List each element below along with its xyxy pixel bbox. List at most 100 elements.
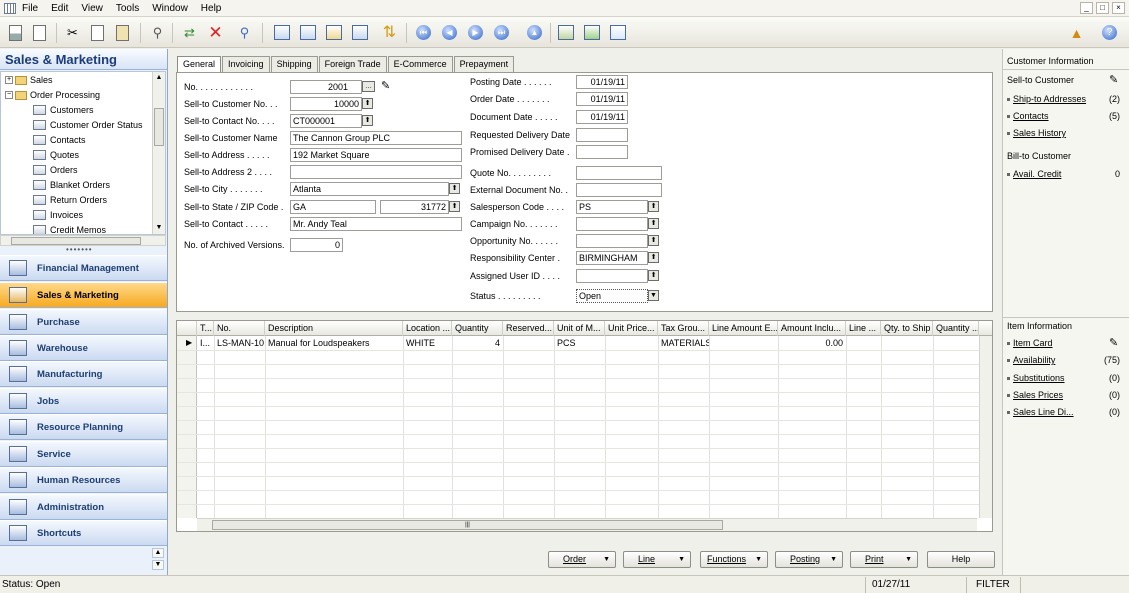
menu-tools[interactable]: Tools — [116, 3, 139, 14]
lookup-icon[interactable]: ⬆ — [449, 183, 460, 194]
tab-e-commerce[interactable]: E-Commerce — [387, 56, 453, 72]
menu-file[interactable]: File — [22, 3, 38, 14]
factbox-sales-history[interactable]: Sales History — [1007, 126, 1124, 140]
column-header-line-amount[interactable]: Line Amount E... — [709, 321, 778, 336]
help-icon[interactable]: ? — [1100, 23, 1119, 42]
lookup-icon[interactable]: ⬆ — [648, 201, 659, 212]
module-purchase[interactable]: Purchase — [0, 309, 167, 335]
cell-location[interactable]: WHITE — [403, 336, 452, 350]
promised-delivery-date-field[interactable] — [576, 145, 628, 159]
scroll-down-arrow-icon[interactable]: ▼ — [153, 222, 165, 234]
sell-to-contact-no-field[interactable]: CT000001 — [290, 114, 362, 128]
factbox-avail-credit[interactable]: Avail. Credit 0 — [1007, 167, 1124, 181]
column-header-type[interactable]: T... — [197, 321, 214, 336]
column-header-reserved[interactable]: Reserved... — [503, 321, 554, 336]
app-icon[interactable] — [4, 2, 16, 14]
column-header-unit-of-measure[interactable]: Unit of M... — [554, 321, 605, 336]
module-manufacturing[interactable]: Manufacturing — [0, 361, 167, 387]
tree-item-sales[interactable]: + Sales — [5, 73, 53, 87]
module-warehouse[interactable]: Warehouse — [0, 335, 167, 361]
salesperson-code-field[interactable]: PS — [576, 200, 648, 214]
lookup-icon[interactable]: ⬆ — [648, 218, 659, 229]
cell-amount-incl[interactable]: 0.00 — [778, 336, 846, 350]
cell-line-amount[interactable] — [709, 336, 778, 350]
tree-item-orders[interactable]: Orders — [33, 163, 78, 177]
module-scroll-up-icon[interactable]: ▲ — [152, 548, 164, 558]
sell-to-address-field[interactable]: 192 Market Square — [290, 148, 462, 162]
previous-record-icon[interactable]: ◀ — [440, 23, 459, 42]
sell-to-zip-field[interactable]: 31772 — [380, 200, 449, 214]
paste-icon[interactable] — [113, 23, 132, 42]
order-date-field[interactable]: 01/19/11 — [576, 92, 628, 106]
restore-button[interactable]: □ — [1096, 2, 1109, 14]
lookup-icon[interactable]: ⬆ — [648, 235, 659, 246]
sell-to-contact-field[interactable]: Mr. Andy Teal — [290, 217, 462, 231]
factbox-sales-prices[interactable]: Sales Prices (0) — [1007, 388, 1124, 402]
requested-delivery-date-field[interactable] — [576, 128, 628, 142]
opportunity-no-field[interactable] — [576, 234, 648, 248]
tree-item-customers[interactable]: Customers — [33, 103, 94, 117]
archived-versions-field[interactable]: 0 — [290, 238, 343, 252]
edit-pencil-icon[interactable]: ✎ — [1109, 337, 1121, 349]
line-menu-button[interactable]: Line ▼ — [623, 551, 691, 568]
help-button[interactable]: Help — [927, 551, 995, 568]
column-header-quantity[interactable]: Quantity — [452, 321, 503, 336]
cut-icon[interactable]: ✂ — [63, 23, 82, 42]
first-record-icon[interactable]: ⏮ — [414, 23, 433, 42]
print-icon[interactable] — [6, 23, 25, 42]
factbox-contacts[interactable]: Contacts (5) — [1007, 109, 1124, 123]
factbox-sales-line-discounts[interactable]: Sales Line Di... (0) — [1007, 405, 1124, 419]
responsibility-center-field[interactable]: BIRMINGHAM — [576, 251, 648, 265]
factbox-availability[interactable]: Availability (75) — [1007, 353, 1124, 367]
list-icon[interactable] — [272, 23, 291, 42]
cell-description[interactable]: Manual for Loudspeakers — [265, 336, 403, 350]
sell-to-address-2-field[interactable] — [290, 165, 462, 179]
factbox-ship-to-addresses[interactable]: Ship-to Addresses (2) — [1007, 92, 1124, 106]
order-menu-button[interactable]: Order ▼ — [548, 551, 616, 568]
module-administration[interactable]: Administration — [0, 494, 167, 520]
cell-unit-price[interactable] — [605, 336, 658, 350]
grid-vscrollbar[interactable] — [979, 336, 992, 518]
export-icon[interactable] — [582, 23, 601, 42]
cell-quantity[interactable]: 4 — [452, 336, 503, 350]
module-resource-planning[interactable]: Resource Planning — [0, 414, 167, 440]
module-shortcuts[interactable]: Shortcuts — [0, 520, 167, 546]
grid-hscroll-thumb[interactable]: ||| — [212, 520, 723, 530]
close-button[interactable]: × — [1112, 2, 1125, 14]
cell-tax-group[interactable]: MATERIALS — [658, 336, 709, 350]
lookup-icon[interactable]: ⬆ — [648, 252, 659, 263]
collapse-icon[interactable]: − — [5, 91, 13, 99]
tab-shipping[interactable]: Shipping — [270, 56, 318, 72]
factbox-sell-to-customer[interactable]: Sell-to Customer — [1007, 73, 1124, 87]
tree-scroll-thumb[interactable] — [154, 108, 164, 146]
tree-item-invoices[interactable]: Invoices — [33, 208, 83, 222]
attach-icon[interactable]: ⚲ — [148, 23, 167, 42]
column-header-description[interactable]: Description — [265, 321, 403, 336]
cell-type[interactable]: I... — [197, 336, 214, 350]
tree-scrollbar[interactable]: ▲ ▼ — [152, 72, 165, 234]
column-header-location[interactable]: Location ... — [403, 321, 452, 336]
delete-icon[interactable]: ✕ — [206, 23, 225, 42]
cell-no[interactable]: LS-MAN-10 — [214, 336, 265, 350]
menu-help[interactable]: Help — [201, 3, 222, 14]
edit-pencil-icon[interactable]: ✎ — [381, 79, 390, 93]
sort-icon[interactable]: ⇅ — [380, 23, 399, 42]
tree-item-quotes[interactable]: Quotes — [33, 148, 79, 162]
tree-hscroll-thumb[interactable] — [11, 237, 141, 245]
factbox-substitutions[interactable]: Substitutions (0) — [1007, 371, 1124, 385]
last-record-icon[interactable]: ⏭ — [492, 23, 511, 42]
cell-qty-to-ship[interactable] — [881, 336, 933, 350]
module-scroll-down-icon[interactable]: ▼ — [152, 560, 164, 570]
module-human-resources[interactable]: Human Resources — [0, 467, 167, 493]
menu-window[interactable]: Window — [152, 3, 188, 14]
dropdown-arrow-icon[interactable]: ▼ — [648, 290, 659, 301]
menu-view[interactable]: View — [81, 3, 103, 14]
column-header-qty-to-ship[interactable]: Qty. to Ship — [881, 321, 933, 336]
sell-to-customer-name-field[interactable]: The Cannon Group PLC — [290, 131, 462, 145]
card-icon[interactable] — [298, 23, 317, 42]
column-header-tax-group[interactable]: Tax Grou... — [658, 321, 709, 336]
sell-to-state-field[interactable]: GA — [290, 200, 376, 214]
column-header-amount-incl[interactable]: Amount Inclu... — [778, 321, 846, 336]
analysis-icon[interactable]: ▲ — [1067, 23, 1086, 42]
no-field[interactable]: 2001 — [290, 80, 362, 94]
